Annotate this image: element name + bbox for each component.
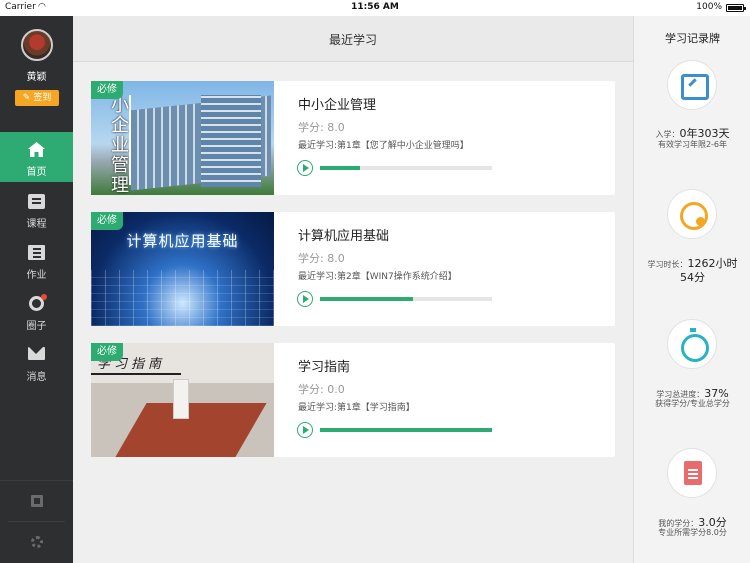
divider (8, 521, 65, 522)
battery-percent: 100% (696, 2, 722, 12)
clock: 11:56 AM (351, 2, 399, 12)
sidebar-item-label: 作业 (26, 270, 47, 281)
panel-title: 学习记录牌 (665, 32, 720, 45)
course-title: 中小企业管理 (298, 98, 377, 113)
play-icon[interactable] (297, 160, 313, 176)
circle-icon (29, 294, 47, 311)
sidebar-item-homework[interactable]: 作业 (0, 235, 73, 285)
sidebar-item-label: 圈子 (26, 321, 47, 332)
divider (0, 480, 73, 481)
duration-stat-2: 54分 (634, 266, 750, 285)
course-credit: 学分: 8.0 (298, 252, 345, 265)
course-card[interactable]: 学习指南 必修 学习指南 学分: 0.0 最近学习:第1章【学习指南】 (91, 343, 615, 457)
sidebar-item-label: 消息 (26, 372, 47, 383)
page-title: 最近学习 (328, 33, 377, 47)
sidebar: 黄颖 ✎ 签到 首页 课程 作业 圈子 消息 (0, 16, 73, 563)
download-icon[interactable] (31, 495, 43, 507)
home-icon (28, 142, 45, 157)
recent-study: 最近学习:第1章【学习指南】 (298, 403, 415, 413)
recent-study: 最近学习:第2章【WIN7操作系统介绍】 (298, 272, 457, 282)
document-icon (667, 448, 717, 498)
course-credit: 学分: 0.0 (298, 383, 345, 396)
sidebar-item-circle[interactable]: 圈子 (0, 286, 73, 336)
recent-study: 最近学习:第1章【您了解中小企业管理吗】 (298, 141, 469, 151)
course-card[interactable]: 小企业管理 必修 中小企业管理 学分: 8.0 最近学习:第1章【您了解中小企业… (91, 81, 615, 195)
username: 黄颖 (26, 72, 47, 83)
status-bar: Carrier ◠ 11:56 AM 100% (0, 0, 750, 16)
avatar[interactable] (21, 29, 53, 61)
enroll-label: 入学： (655, 130, 680, 139)
course-list: 小企业管理 必修 中小企业管理 学分: 8.0 最近学习:第1章【您了解中小企业… (73, 62, 633, 563)
play-icon[interactable] (297, 422, 313, 438)
credits-sub: 专业所需学分8.0分 (658, 528, 727, 537)
sidebar-item-course[interactable]: 课程 (0, 184, 73, 234)
required-badge: 必修 (91, 81, 123, 99)
battery-icon (726, 4, 746, 12)
progress-bar (320, 166, 492, 170)
required-badge: 必修 (91, 343, 123, 361)
duration-value-2: 54分 (680, 271, 705, 284)
progress-sub: 获得学分/专业总学分 (655, 399, 730, 408)
message-icon (28, 347, 45, 360)
thumbnail-text: 计算机应用基础 (126, 232, 239, 250)
calendar-icon (667, 60, 717, 110)
settings-icon[interactable] (31, 536, 43, 548)
signin-label: 签到 (33, 93, 52, 103)
progress-fill (320, 166, 360, 170)
course-credit: 学分: 8.0 (298, 121, 345, 134)
progress-fill (320, 297, 413, 301)
sidebar-item-label: 首页 (26, 167, 47, 178)
course-icon (28, 194, 45, 209)
page-header: 最近学习 (73, 16, 633, 62)
edit-icon: ✎ (22, 93, 31, 103)
clock-icon (667, 189, 717, 239)
sidebar-item-home[interactable]: 首页 (0, 132, 73, 182)
timer-icon (667, 319, 717, 369)
signin-button[interactable]: ✎ 签到 (15, 90, 59, 106)
play-icon[interactable] (297, 291, 313, 307)
sidebar-item-message[interactable]: 消息 (0, 337, 73, 387)
homework-icon (28, 245, 45, 260)
required-badge: 必修 (91, 212, 123, 230)
study-record-panel: 学习记录牌 入学：0年303天 有效学习年限2-6年 学习时长：1262小时 5… (633, 16, 750, 563)
sidebar-item-label: 课程 (26, 219, 47, 230)
thumbnail-text: 小企业管理 (108, 95, 129, 195)
progress-bar (320, 428, 492, 432)
enroll-sub: 有效学习年限2-6年 (657, 140, 728, 149)
progress-bar (320, 297, 492, 301)
course-title: 计算机应用基础 (298, 229, 390, 244)
course-card[interactable]: 计算机应用基础 必修 计算机应用基础 学分: 8.0 最近学习:第2章【WIN7… (91, 212, 615, 326)
progress-fill (320, 428, 492, 432)
course-title: 学习指南 (298, 360, 351, 375)
